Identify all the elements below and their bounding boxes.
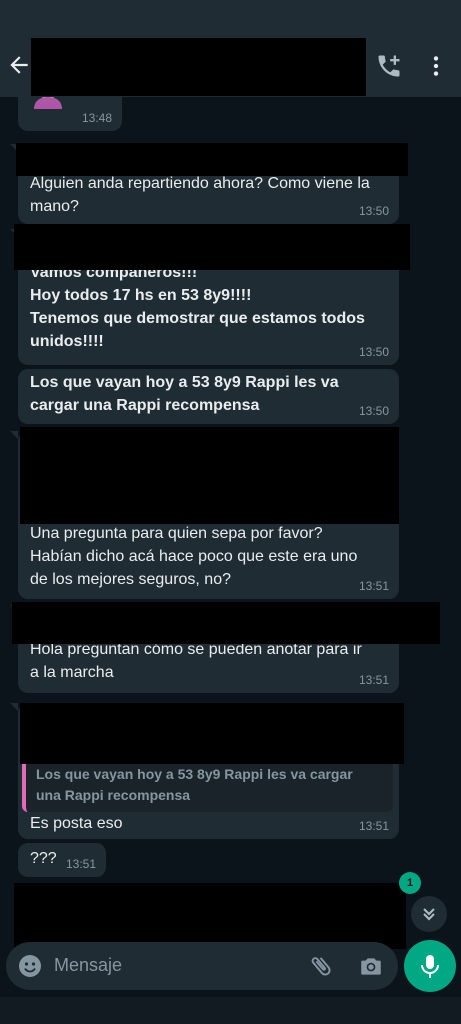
paperclip-icon[interactable]: [308, 953, 334, 979]
message-text: Los que vayan hoy a 53 8y9 Rappi les va …: [30, 374, 339, 414]
message-text: Una pregunta para quien sepa por favor? …: [30, 525, 358, 588]
message-composer: Mensaje: [6, 942, 398, 990]
message-time: 13:51: [358, 673, 389, 687]
redacted-message: [14, 883, 406, 949]
message-text: Hola preguntan cómo se pueden anotar par…: [30, 641, 362, 681]
bubble-tail: [10, 431, 18, 439]
message-time: 13:50: [358, 345, 389, 359]
message-time: 13:51: [358, 819, 389, 833]
camera-icon[interactable]: [358, 953, 384, 979]
message-time: 13:50: [358, 404, 389, 418]
quoted-message[interactable]: Los que vayan hoy a 53 8y9 Rappi les va …: [22, 758, 393, 812]
double-chevron-down-icon: [423, 908, 435, 921]
message-text: Alguien anda repartiendo ahora? Como vie…: [30, 175, 370, 215]
system-navigation-bar: [0, 997, 461, 1024]
redacted-sender-name: [20, 703, 404, 764]
message-time: 13:48: [81, 111, 112, 125]
emoji-icon[interactable]: [18, 954, 42, 978]
redacted-sender-name: [14, 224, 410, 270]
bubble-tail: [10, 703, 18, 711]
redacted-media: [20, 427, 399, 524]
redacted-sender-name: [16, 143, 408, 176]
add-call-icon[interactable]: [375, 52, 403, 80]
scroll-to-bottom-button[interactable]: [411, 896, 447, 932]
message-text: Vamos compañeros!!! Hoy todos 17 hs en 5…: [30, 264, 365, 350]
message-time: 13:51: [358, 579, 389, 593]
redacted-contact-name[interactable]: [31, 38, 366, 96]
microphone-button[interactable]: [404, 940, 456, 992]
message-list[interactable]: 13:48 Alguien anda repartiendo ahora? Co…: [0, 97, 461, 997]
chat-header: [0, 0, 461, 97]
message-bubble[interactable]: ??? 13:51: [18, 843, 106, 877]
message-text: Es posta eso: [30, 815, 123, 832]
redacted-sender-name: [12, 602, 440, 644]
arrow-left-icon[interactable]: [6, 52, 32, 78]
message-time: 13:51: [65, 857, 96, 871]
message-bubble[interactable]: 13:48: [18, 97, 122, 131]
message-time: 13:50: [358, 204, 389, 218]
unread-count-badge: 1: [399, 872, 421, 894]
more-vertical-icon[interactable]: [423, 52, 449, 80]
quoted-text: Los que vayan hoy a 53 8y9 Rappi les va …: [36, 766, 353, 803]
microphone-icon: [421, 955, 439, 978]
message-input[interactable]: Mensaje: [54, 955, 122, 976]
message-bubble[interactable]: Los que vayan hoy a 53 8y9 Rappi les va …: [18, 369, 399, 424]
message-text: ???: [30, 850, 57, 867]
face-emoji-icon: [34, 97, 62, 109]
